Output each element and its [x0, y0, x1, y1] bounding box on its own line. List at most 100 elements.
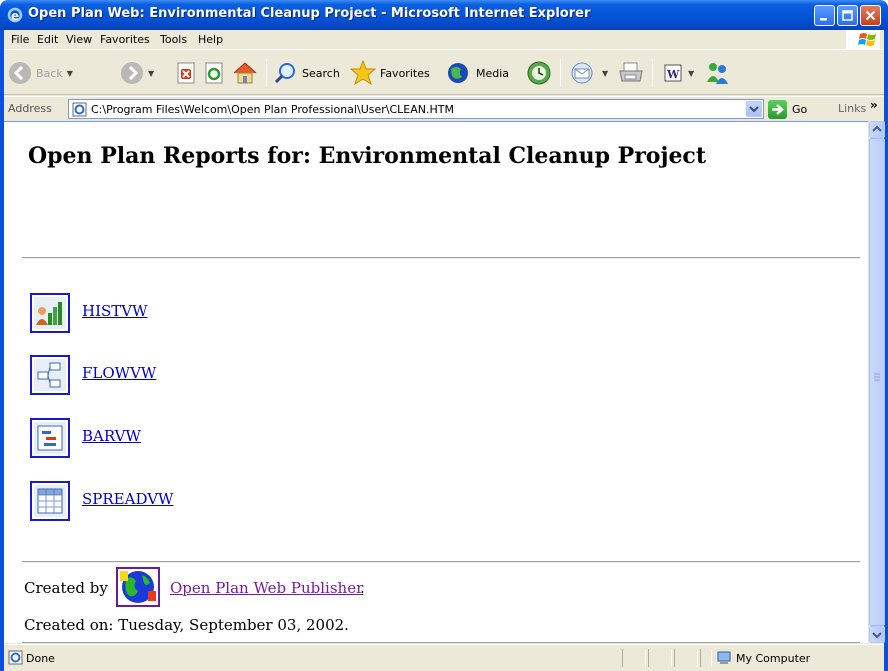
- ie-logo-icon: e: [7, 7, 23, 23]
- back-button[interactable]: Back ▼: [8, 56, 73, 90]
- created-by-label: Created by: [24, 579, 108, 597]
- address-value[interactable]: C:\Program Files\Welcom\Open Plan Profes…: [91, 103, 454, 116]
- page-content: Open Plan Reports for: Environmental Cle…: [4, 121, 868, 643]
- created-on-text: Created on: Tuesday, September 03, 2002.: [24, 616, 349, 634]
- home-button[interactable]: [232, 56, 258, 90]
- globe-logo[interactable]: [116, 567, 160, 607]
- back-arrow-icon: [9, 62, 31, 84]
- page-icon: [72, 102, 87, 117]
- browser-window: e Open Plan Web: Environmental Cleanup P…: [0, 0, 888, 671]
- print-button[interactable]: [618, 56, 644, 90]
- report-link-barvw[interactable]: BARVW: [82, 427, 141, 445]
- refresh-icon: [205, 62, 223, 84]
- divider: [22, 642, 860, 643]
- history-button[interactable]: [526, 56, 552, 90]
- address-label: Address: [8, 102, 52, 115]
- divider: [22, 257, 860, 259]
- messenger-button[interactable]: [704, 56, 730, 90]
- report-link-spreadvw[interactable]: SPREADVW: [82, 490, 173, 508]
- close-icon: [865, 10, 876, 21]
- minimize-button[interactable]: [814, 5, 835, 26]
- chevron-down-icon[interactable]: ▼: [148, 69, 154, 78]
- messenger-icon: [707, 63, 728, 84]
- go-arrow-icon: [768, 99, 787, 119]
- refresh-button[interactable]: [204, 56, 226, 90]
- favorites-button[interactable]: Favorites: [350, 56, 430, 90]
- chevron-down-icon: [872, 632, 882, 639]
- home-icon: [233, 62, 257, 84]
- forward-button[interactable]: ▼: [120, 56, 154, 90]
- chevron-up-icon: [872, 125, 882, 132]
- mail-icon: [571, 62, 593, 84]
- report-link-flowvw[interactable]: FLOWVW: [82, 364, 156, 382]
- my-computer-icon: [717, 651, 731, 664]
- page-title: Open Plan Reports for: Environmental Cle…: [28, 143, 706, 169]
- media-button[interactable]: Media: [446, 56, 509, 90]
- close-button[interactable]: [860, 5, 881, 26]
- menu-view[interactable]: View: [66, 33, 92, 46]
- chevron-down-icon[interactable]: ▼: [602, 69, 608, 78]
- globe-icon: [120, 571, 156, 603]
- windows-logo: [846, 30, 880, 49]
- search-label: Search: [302, 66, 340, 80]
- toolbar-separator: [560, 59, 561, 87]
- histogram-report-icon[interactable]: [30, 293, 70, 333]
- window-title: Open Plan Web: Environmental Cleanup Pro…: [28, 6, 591, 21]
- spreadsheet-report-icon[interactable]: [30, 481, 70, 521]
- menu-favorites[interactable]: Favorites: [100, 33, 150, 46]
- minimize-icon: [820, 18, 827, 21]
- forward-arrow-icon: [121, 62, 143, 84]
- menu-bar: File Edit View Favorites Tools Help: [4, 30, 884, 50]
- media-label: Media: [476, 66, 510, 80]
- status-pane: [622, 649, 646, 667]
- chevron-down-icon: [749, 106, 759, 113]
- menu-help[interactable]: Help: [198, 33, 223, 46]
- title-bar[interactable]: e Open Plan Web: Environmental Cleanup P…: [0, 0, 888, 30]
- status-text: Done: [26, 652, 55, 665]
- maximize-icon: [842, 10, 853, 21]
- svg-text:W: W: [666, 68, 680, 81]
- security-zone: My Computer: [736, 652, 811, 665]
- bar-chart-report-icon[interactable]: [30, 418, 70, 458]
- browser-client: File Edit View Favorites Tools Help Back: [4, 30, 885, 671]
- address-bar: Address C:\Program Files\Welcom\Open Pla…: [4, 96, 884, 120]
- chevron-down-icon[interactable]: ▼: [688, 69, 694, 78]
- go-button[interactable]: Go: [768, 99, 807, 119]
- stop-button[interactable]: [176, 56, 198, 90]
- menu-edit[interactable]: Edit: [37, 33, 58, 46]
- publisher-link[interactable]: Open Plan Web Publisher: [170, 579, 363, 597]
- address-dropdown-button[interactable]: [746, 101, 762, 117]
- chevron-down-icon[interactable]: ▼: [67, 69, 73, 78]
- scroll-down-button[interactable]: [869, 626, 885, 643]
- maximize-button[interactable]: [837, 5, 858, 26]
- address-input[interactable]: C:\Program Files\Welcom\Open Plan Profes…: [68, 99, 764, 119]
- history-icon: [527, 61, 551, 85]
- media-icon: [448, 63, 468, 83]
- menu-file[interactable]: File: [11, 33, 29, 46]
- mail-button[interactable]: ▼: [570, 56, 608, 90]
- search-button[interactable]: Search: [274, 56, 340, 90]
- divider: [22, 561, 860, 563]
- printer-icon: [619, 62, 643, 82]
- edit-button[interactable]: W ▼: [662, 56, 694, 90]
- grip-icon: [874, 373, 880, 381]
- links-chevron-icon[interactable]: »: [870, 98, 878, 112]
- vertical-scrollbar[interactable]: [868, 121, 885, 643]
- favorites-star-icon: [350, 60, 376, 86]
- links-label[interactable]: Links: [838, 102, 866, 115]
- status-bar: Done My Computer: [4, 644, 884, 671]
- toolbar-separator: [652, 59, 653, 87]
- report-link-histvw[interactable]: HISTVW: [82, 302, 148, 320]
- back-label: Back: [36, 66, 63, 80]
- standard-toolbar: Back ▼ ▼ Search Favorites Media ▼ W ▼: [4, 51, 884, 95]
- publisher-period: .: [360, 579, 365, 597]
- scroll-thumb[interactable]: [869, 138, 885, 626]
- toolbar-separator: [266, 59, 267, 87]
- search-icon: [274, 63, 295, 84]
- windows-flag-icon: [858, 33, 876, 46]
- menu-tools[interactable]: Tools: [160, 33, 187, 46]
- flow-report-icon[interactable]: [30, 355, 70, 395]
- status-pane: [674, 649, 698, 667]
- scroll-up-button[interactable]: [869, 121, 885, 138]
- status-pane: [700, 649, 712, 667]
